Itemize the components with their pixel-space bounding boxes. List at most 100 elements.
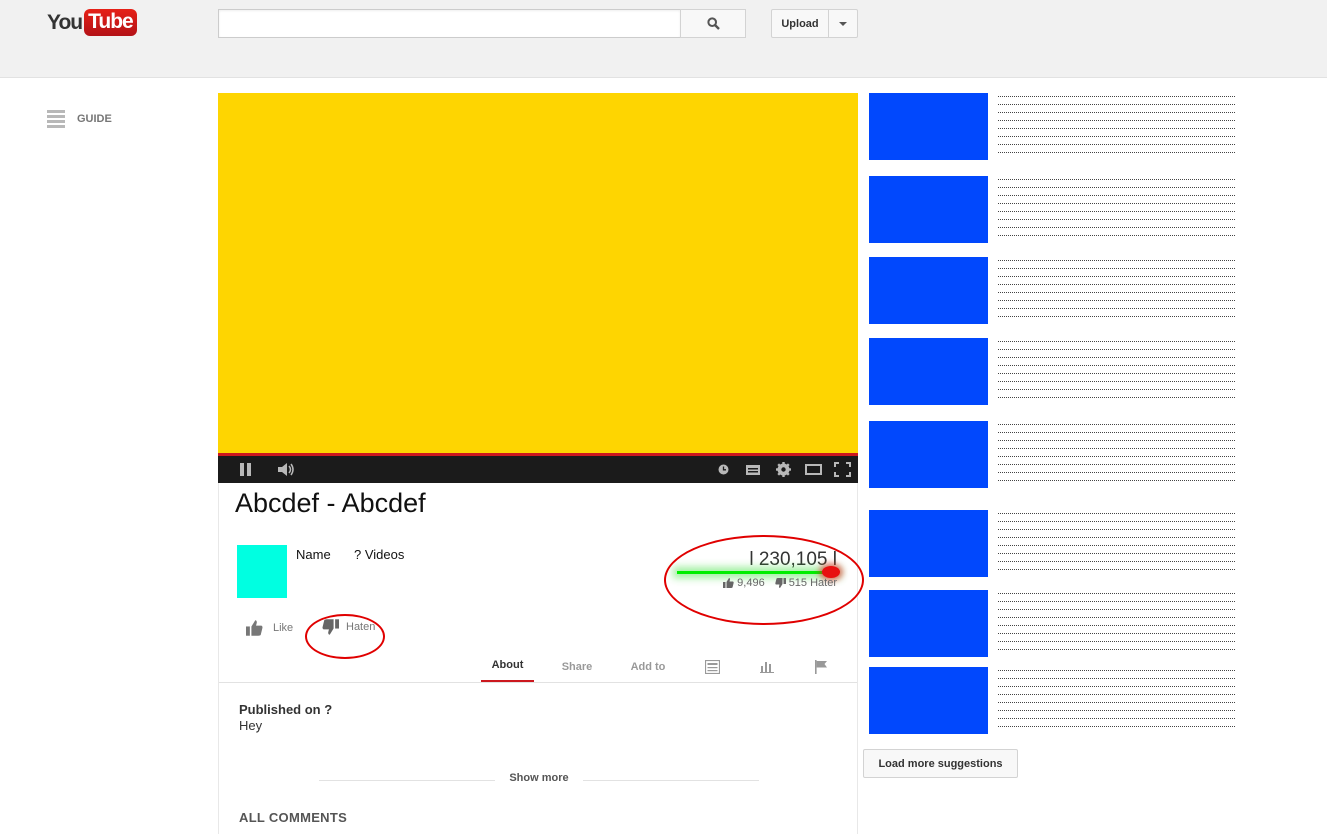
dotted-line bbox=[998, 625, 1235, 626]
like-label: Like bbox=[273, 622, 294, 634]
suggestion-text-placeholder[interactable] bbox=[998, 513, 1235, 577]
dotted-line bbox=[998, 464, 1235, 465]
upload-menu-button[interactable] bbox=[828, 9, 858, 38]
dotted-line bbox=[998, 424, 1235, 425]
dotted-line bbox=[998, 561, 1235, 562]
dotted-line bbox=[998, 472, 1235, 473]
search-input[interactable] bbox=[218, 9, 681, 38]
search-button[interactable] bbox=[680, 9, 746, 38]
suggestion-thumbnail[interactable] bbox=[869, 338, 988, 405]
dotted-line bbox=[998, 381, 1235, 382]
comments-heading: ALL COMMENTS bbox=[239, 810, 348, 825]
channel-avatar[interactable] bbox=[237, 545, 287, 598]
dotted-line bbox=[998, 726, 1235, 727]
dotted-line bbox=[998, 128, 1235, 129]
dotted-line bbox=[998, 569, 1235, 570]
dotted-line bbox=[998, 341, 1235, 342]
action-tabs: About Share Add to bbox=[481, 650, 858, 683]
dotted-line bbox=[998, 670, 1235, 671]
dotted-line bbox=[998, 373, 1235, 374]
tab-share[interactable]: Share bbox=[553, 650, 601, 683]
dotted-line bbox=[998, 284, 1235, 285]
suggestion-thumbnail[interactable] bbox=[869, 257, 988, 324]
player-controls bbox=[218, 456, 858, 483]
logo-you: You bbox=[47, 10, 83, 34]
dotted-line bbox=[998, 448, 1235, 449]
watch-later-button[interactable] bbox=[715, 456, 731, 483]
suggestion-text-placeholder[interactable] bbox=[998, 179, 1235, 243]
video-player[interactable] bbox=[218, 93, 858, 453]
suggestion-text-placeholder[interactable] bbox=[998, 96, 1235, 160]
tab-transcript[interactable] bbox=[701, 650, 723, 683]
suggestion-thumbnail[interactable] bbox=[869, 93, 988, 160]
tab-report[interactable] bbox=[811, 650, 831, 683]
flag-icon bbox=[815, 659, 827, 674]
suggestion-text-placeholder[interactable] bbox=[998, 593, 1235, 657]
suggestion-thumbnail[interactable] bbox=[869, 590, 988, 657]
upload-button[interactable]: Upload bbox=[771, 9, 829, 38]
dotted-line bbox=[998, 694, 1235, 695]
channel-name[interactable]: Name bbox=[296, 547, 331, 562]
suggestion-text-placeholder[interactable] bbox=[998, 341, 1235, 405]
suggestion-thumbnail[interactable] bbox=[869, 421, 988, 488]
like-button[interactable]: Like bbox=[246, 620, 293, 636]
guide-label: GUIDE bbox=[77, 113, 112, 125]
dotted-line bbox=[998, 112, 1235, 113]
dotted-line bbox=[998, 601, 1235, 602]
dotted-line bbox=[998, 389, 1235, 390]
dotted-line bbox=[998, 349, 1235, 350]
logo-tube: Tube bbox=[84, 9, 137, 36]
captions-button[interactable] bbox=[744, 456, 762, 483]
dotted-line bbox=[998, 545, 1235, 546]
dotted-line bbox=[998, 268, 1235, 269]
fullscreen-button[interactable] bbox=[832, 456, 852, 483]
chevron-down-icon bbox=[839, 21, 847, 26]
dotted-line bbox=[998, 96, 1235, 97]
dotted-line bbox=[998, 440, 1235, 441]
dotted-line bbox=[998, 609, 1235, 610]
dotted-line bbox=[998, 211, 1235, 212]
suggestion-thumbnail[interactable] bbox=[869, 176, 988, 243]
thumbs-up-icon bbox=[246, 620, 263, 636]
volume-button[interactable] bbox=[276, 456, 298, 483]
youtube-logo[interactable]: You Tube bbox=[47, 9, 137, 36]
dotted-line bbox=[998, 195, 1235, 196]
dotted-line bbox=[998, 276, 1235, 277]
dotted-line bbox=[998, 553, 1235, 554]
tab-statistics[interactable] bbox=[757, 650, 777, 683]
settings-button[interactable] bbox=[774, 456, 792, 483]
transcript-icon bbox=[704, 659, 720, 674]
dotted-line bbox=[998, 513, 1235, 514]
annotation-circle-stats bbox=[664, 535, 864, 625]
show-more-button[interactable]: Show more bbox=[497, 772, 581, 784]
suggestion-text-placeholder[interactable] bbox=[998, 670, 1235, 734]
pause-button[interactable] bbox=[236, 456, 254, 483]
volume-icon bbox=[278, 463, 294, 476]
dotted-line bbox=[998, 227, 1235, 228]
videos-count[interactable]: ? Videos bbox=[354, 547, 404, 562]
load-more-button[interactable]: Load more suggestions bbox=[863, 749, 1018, 778]
suggestion-thumbnail[interactable] bbox=[869, 510, 988, 577]
dotted-line bbox=[998, 144, 1235, 145]
suggestion-thumbnail[interactable] bbox=[869, 667, 988, 734]
dotted-line bbox=[998, 235, 1235, 236]
dotted-line bbox=[998, 456, 1235, 457]
dotted-line bbox=[998, 397, 1235, 398]
description-text: Hey bbox=[239, 718, 263, 733]
video-title: Abcdef - Abcdef bbox=[235, 488, 426, 518]
dotted-line bbox=[998, 702, 1235, 703]
theater-mode-button[interactable] bbox=[803, 456, 823, 483]
dotted-line bbox=[998, 432, 1235, 433]
menu-icon bbox=[47, 110, 65, 128]
dotted-line bbox=[998, 357, 1235, 358]
guide-button[interactable]: GUIDE bbox=[47, 110, 112, 128]
tab-about[interactable]: About bbox=[481, 650, 534, 683]
fullscreen-icon bbox=[833, 462, 851, 477]
suggestion-text-placeholder[interactable] bbox=[998, 424, 1235, 488]
dotted-line bbox=[998, 593, 1235, 594]
suggestion-text-placeholder[interactable] bbox=[998, 260, 1235, 324]
dotted-line bbox=[998, 203, 1235, 204]
search-icon bbox=[706, 17, 720, 30]
dotted-line bbox=[998, 260, 1235, 261]
tab-add-to[interactable]: Add to bbox=[623, 650, 673, 683]
